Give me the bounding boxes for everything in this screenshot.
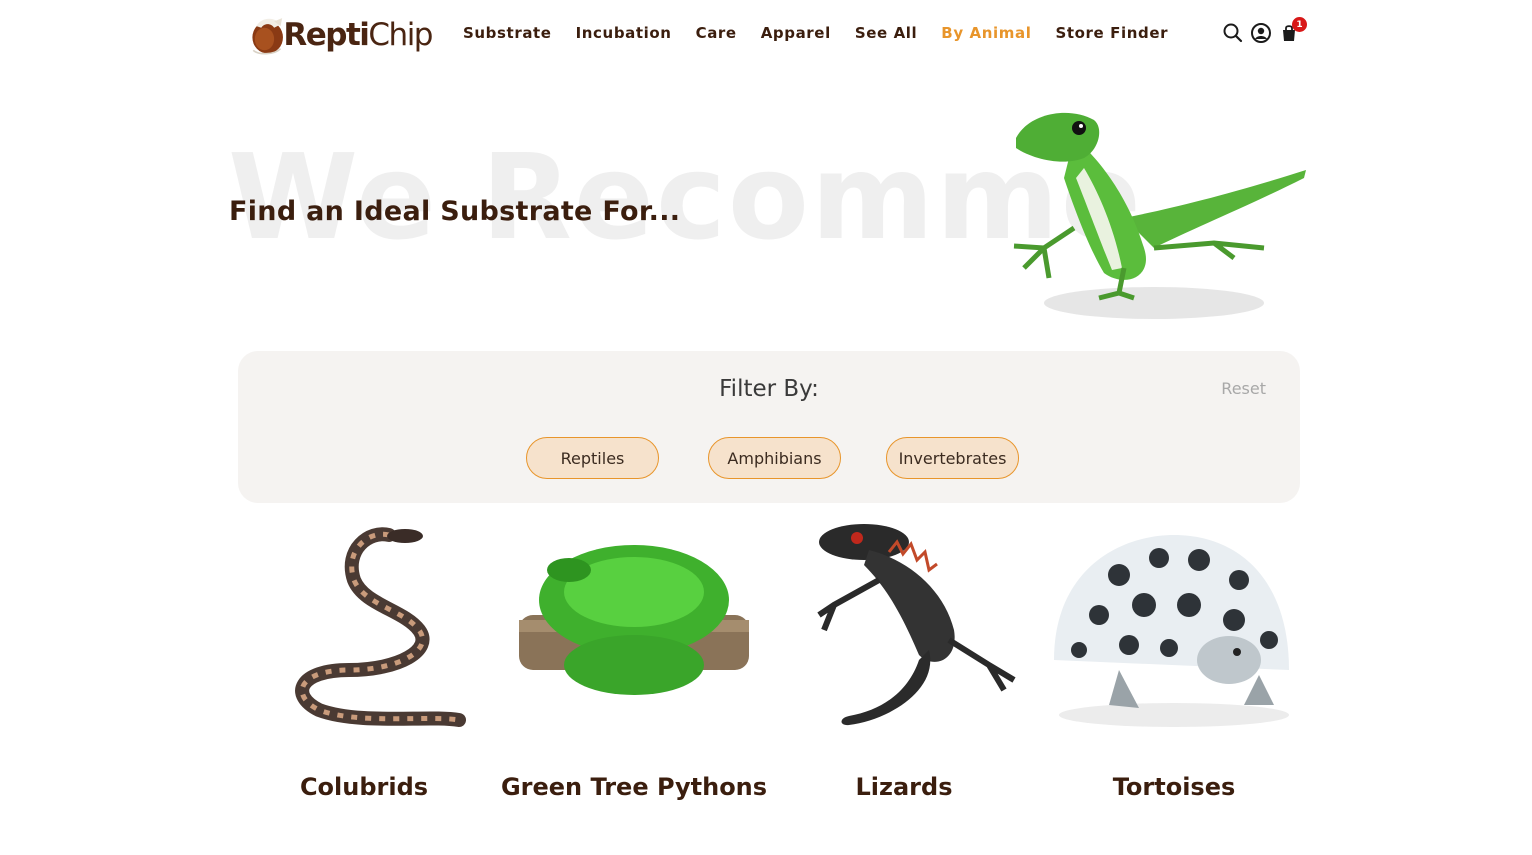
coconut-logo-icon <box>252 18 283 55</box>
animal-title[interactable]: Colubrids <box>229 773 499 801</box>
nav-store-finder[interactable]: Store Finder <box>1055 24 1168 42</box>
tortoise-image <box>1054 535 1289 727</box>
hero-heading: Find an Ideal Substrate For... <box>229 196 681 227</box>
reset-link[interactable]: Reset <box>1221 379 1266 398</box>
filter-title: Filter By: <box>719 376 819 402</box>
animal-title[interactable]: Tortoises <box>1039 773 1309 801</box>
nav-incubation[interactable]: Incubation <box>576 24 672 42</box>
animal-title[interactable]: Green Tree Pythons <box>499 773 769 801</box>
cart-icon[interactable]: 1 <box>1278 17 1307 44</box>
animal-card-colubrids[interactable]: Colubrids <box>229 520 499 801</box>
animal-card-green-tree-pythons[interactable]: Green Tree Pythons <box>499 520 769 801</box>
search-icon[interactable] <box>1222 22 1244 44</box>
anole-lizard-image <box>1013 112 1306 319</box>
nav-see-all[interactable]: See All <box>855 24 917 42</box>
snake-image <box>295 527 466 727</box>
animal-title[interactable]: Lizards <box>769 773 1039 801</box>
header-icons: 1 <box>1222 17 1307 44</box>
animal-card-tortoises[interactable]: Tortoises <box>1039 520 1309 801</box>
nav-substrate[interactable]: Substrate <box>463 24 552 42</box>
filter-amphibians-button[interactable]: Amphibians <box>708 437 841 479</box>
animal-card-lizards[interactable]: Lizards <box>769 520 1039 801</box>
account-icon[interactable] <box>1250 22 1272 44</box>
brand-logo[interactable]: ReptiChip <box>250 6 433 64</box>
green-tree-python-image <box>519 545 749 695</box>
cart-count-badge: 1 <box>1292 17 1307 32</box>
black-lizard-image <box>817 524 1016 726</box>
site-header: ReptiChip Substrate Incubation Care Appa… <box>0 0 1532 70</box>
nav-apparel[interactable]: Apparel <box>761 24 831 42</box>
nav-care[interactable]: Care <box>696 24 737 42</box>
filter-reptiles-button[interactable]: Reptiles <box>526 437 659 479</box>
main-nav: Substrate Incubation Care Apparel See Al… <box>463 24 1192 42</box>
filter-invertebrates-button[interactable]: Invertebrates <box>886 437 1019 479</box>
brand-wordmark: ReptiChip <box>283 17 433 53</box>
filter-panel: Filter By: Reset Reptiles Amphibians Inv… <box>238 351 1300 503</box>
nav-by-animal[interactable]: By Animal <box>941 24 1031 42</box>
